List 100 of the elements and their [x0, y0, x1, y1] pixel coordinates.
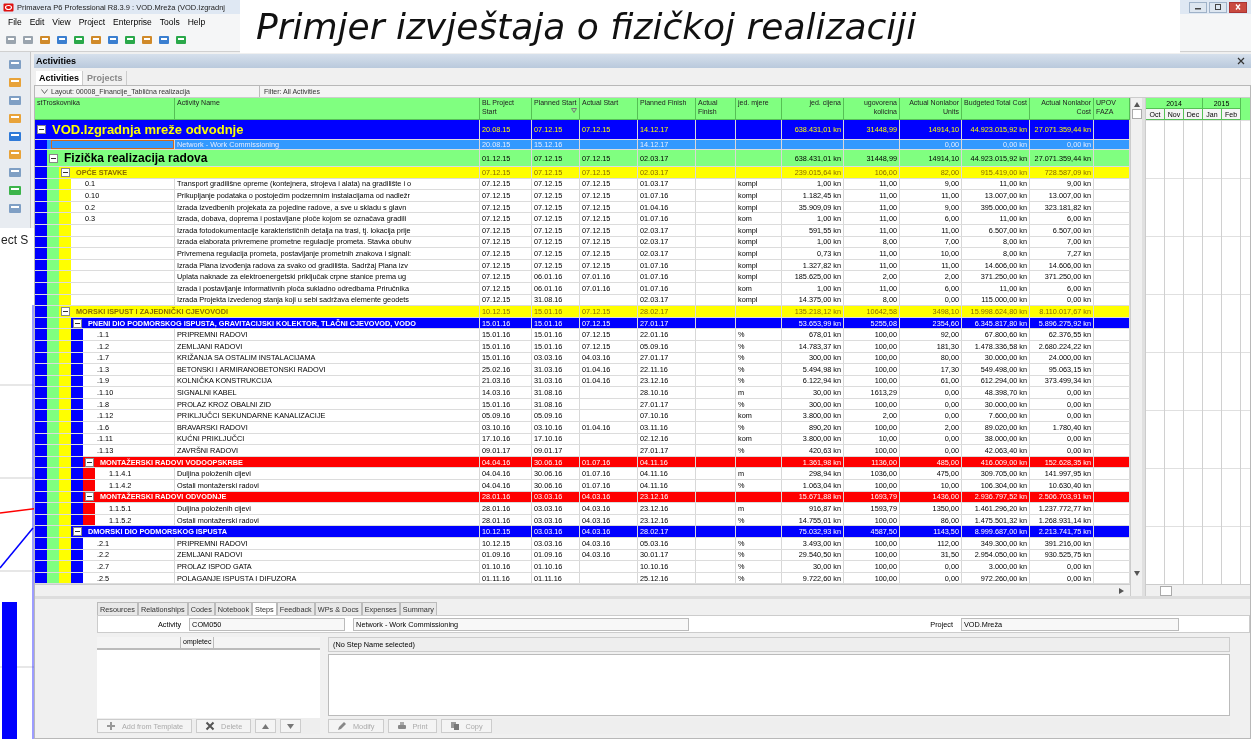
- indent-band: [35, 422, 47, 433]
- id-input-field[interactable]: [51, 140, 174, 149]
- menu-item[interactable]: Project: [74, 16, 110, 27]
- close-icon[interactable]: [1237, 57, 1245, 65]
- indent-band: [35, 224, 47, 236]
- menu-item[interactable]: View: [48, 16, 75, 27]
- indent-band: [35, 190, 47, 201]
- indent-band: [47, 375, 59, 387]
- scroll-down-icon[interactable]: [1133, 571, 1140, 576]
- indent-band: [47, 213, 59, 224]
- collapse-icon[interactable]: [85, 457, 94, 467]
- close-icon: [1234, 4, 1242, 10]
- indent-band: [83, 468, 95, 480]
- indent-band: [47, 456, 59, 468]
- down-arrow-icon: [287, 723, 295, 729]
- indent-band: [35, 282, 47, 294]
- indent-band: [47, 387, 59, 398]
- step-text-area[interactable]: [328, 654, 1230, 716]
- indent-band: [35, 306, 47, 317]
- collapse-icon[interactable]: [61, 306, 70, 316]
- indent-band: [47, 572, 59, 584]
- indent-band: [47, 410, 59, 422]
- indent-band: [35, 445, 47, 456]
- indent-band: [59, 387, 71, 398]
- indent-band: [59, 294, 71, 306]
- indent-band: [35, 433, 47, 445]
- indent-band: [71, 340, 83, 352]
- indent-band: [47, 549, 59, 561]
- indent-band: [71, 468, 83, 480]
- scroll-right-icon[interactable]: [1119, 587, 1124, 594]
- indent-band: [35, 340, 47, 352]
- indent-band: [47, 514, 59, 526]
- indent-band: [71, 352, 83, 364]
- indent-band: [59, 259, 71, 271]
- indent-band: [47, 364, 59, 375]
- indent-band: [35, 329, 47, 340]
- indent-band: [35, 352, 47, 364]
- indent-band: [35, 248, 47, 259]
- indent-band: [47, 480, 59, 491]
- indent-band: [71, 549, 83, 561]
- indent-band: [59, 561, 71, 572]
- indent-band: [59, 456, 71, 468]
- indent-band: [47, 282, 59, 294]
- indent-band: [59, 410, 71, 422]
- move-down-button[interactable]: [280, 719, 302, 733]
- indent-band: [47, 236, 59, 248]
- indent-band: [47, 422, 59, 433]
- tab[interactable]: Activities: [36, 71, 84, 85]
- indent-band: [59, 213, 71, 224]
- collapse-icon[interactable]: [85, 492, 94, 502]
- indent-band: [71, 329, 83, 340]
- horizontal-scrollbar[interactable]: [35, 584, 1130, 596]
- indent-band: [47, 259, 59, 271]
- collapse-icon[interactable]: [73, 527, 82, 537]
- menu-item[interactable]: Help: [183, 16, 210, 27]
- maximize-icon: [1214, 4, 1222, 10]
- menu-item[interactable]: File: [4, 16, 26, 27]
- menu-item[interactable]: Tools: [155, 16, 184, 27]
- indent-band: [59, 572, 71, 584]
- indent-band: [35, 468, 47, 480]
- indent-band: [71, 433, 83, 445]
- collapse-icon[interactable]: [37, 125, 46, 134]
- indent-band: [35, 572, 47, 584]
- indent-band: [71, 375, 83, 387]
- minimize-button[interactable]: [1189, 1, 1207, 13]
- collapse-icon[interactable]: [73, 318, 82, 328]
- menu-item[interactable]: Enterprise: [109, 16, 156, 27]
- indent-band: [35, 398, 47, 410]
- indent-band: [71, 538, 83, 549]
- indent-band: [47, 306, 59, 317]
- close-button[interactable]: [1229, 1, 1247, 13]
- indent-band: [35, 561, 47, 572]
- indent-band: [59, 538, 71, 549]
- indent-band: [83, 480, 95, 491]
- indent-band: [59, 224, 71, 236]
- scroll-up-icon[interactable]: [1133, 102, 1140, 107]
- up-arrow-icon: [262, 723, 270, 729]
- menu-item[interactable]: Edit: [25, 16, 49, 27]
- scroll-thumb[interactable]: [1160, 585, 1172, 596]
- indent-band: [35, 514, 47, 526]
- vertical-scrollbar[interactable]: [1130, 98, 1145, 596]
- indent-band: [71, 503, 83, 514]
- scroll-thumb[interactable]: [1131, 109, 1142, 119]
- collapse-icon[interactable]: [61, 167, 70, 177]
- sort-icon: [571, 108, 577, 113]
- indent-band: [35, 236, 47, 248]
- copy-icon: [449, 721, 460, 731]
- maximize-button[interactable]: [1209, 1, 1227, 13]
- indent-band: [59, 445, 71, 456]
- horizontal-scrollbar[interactable]: [1146, 584, 1250, 596]
- indent-band: [59, 514, 71, 526]
- indent-band: [59, 236, 71, 248]
- indent-band: [83, 514, 95, 526]
- indent-band: [47, 433, 59, 445]
- move-up-button[interactable]: [255, 719, 277, 733]
- collapse-icon[interactable]: [49, 153, 58, 163]
- indent-band: [59, 364, 71, 375]
- indent-band: [47, 201, 59, 213]
- indent-band: [47, 271, 59, 282]
- indent-band: [59, 526, 71, 537]
